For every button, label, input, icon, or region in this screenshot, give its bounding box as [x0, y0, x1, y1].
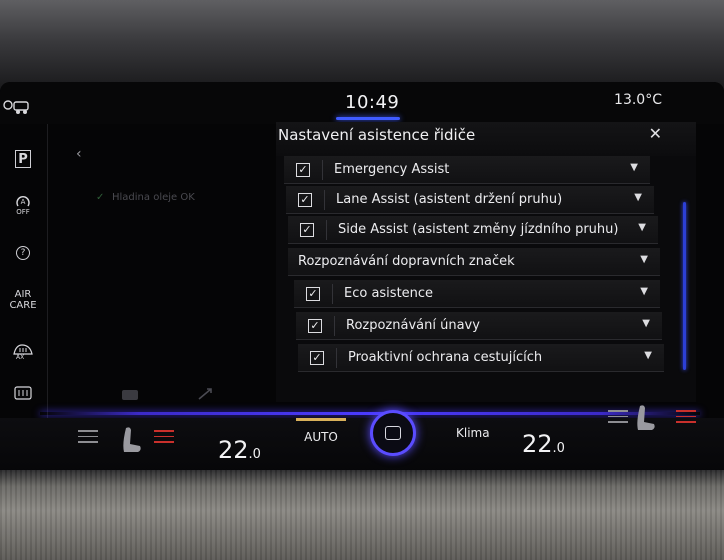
chevron-down-icon[interactable]: ▼ [640, 254, 648, 265]
checkbox-side-assist[interactable]: ✓ [300, 223, 314, 237]
setting-label: Proaktivní ochrana cestujících [348, 350, 543, 365]
driver-assist-settings-dialog: Nastavení asistence řidiče ✕ ✓ Emergency… [276, 122, 696, 402]
air-care-button[interactable]: AIR CARE [0, 289, 46, 311]
setting-label: Rozpoznávání dopravních značek [298, 254, 515, 269]
left-temperature-decimal: .0 [248, 447, 261, 462]
chevron-left-icon[interactable]: ‹ [76, 146, 82, 162]
dashboard-bezel-top [0, 0, 724, 90]
right-seat-ventilation-level[interactable] [608, 406, 628, 427]
parking-icon: P [15, 150, 31, 168]
rear-defrost-button[interactable] [0, 386, 46, 400]
dim-tile-icon-left[interactable] [120, 388, 140, 402]
setting-row-side-assist[interactable]: ✓ Side Assist (asistent změny jízdního p… [288, 216, 658, 244]
outside-temperature: 13.0°C [614, 92, 662, 108]
left-seat-heating-icon[interactable] [116, 424, 144, 458]
row-separator [332, 284, 333, 304]
dialog-title: Nastavení asistence řidiče [278, 126, 476, 144]
chevron-down-icon[interactable]: ▼ [644, 350, 652, 361]
checkbox-emergency-assist[interactable]: ✓ [296, 163, 310, 177]
auto-climate-button[interactable]: AUTO [296, 418, 346, 448]
home-button[interactable] [370, 410, 416, 456]
setting-label: Rozpoznávání únavy [346, 318, 480, 333]
right-temperature-value: 22 [522, 430, 553, 458]
row-separator [326, 220, 327, 240]
chevron-down-icon[interactable]: ▼ [642, 318, 650, 329]
right-temperature[interactable]: 22.0 [522, 430, 565, 458]
air-care-label-line2: CARE [9, 300, 37, 311]
driver-assist-icon[interactable] [2, 98, 32, 116]
auto-hold-button[interactable]: A OFF [0, 194, 46, 216]
row-separator [324, 190, 325, 210]
left-temperature-value: 22 [218, 436, 249, 464]
checkbox-lane-assist[interactable]: ✓ [298, 193, 312, 207]
left-nav: P A OFF ? AIR CARE AX [0, 124, 48, 434]
svg-text:A: A [21, 198, 26, 206]
checkbox-fatigue-detection[interactable]: ✓ [308, 319, 322, 333]
infotainment-screen: 10:49 13.0°C P A OFF ? AIR CARE AX ‹ ✓ H… [0, 82, 724, 482]
check-icon: ✓ [96, 192, 105, 203]
max-defrost-button[interactable]: AX [0, 342, 46, 361]
dialog-header: Nastavení asistence řidiče ✕ [276, 122, 696, 156]
row-separator [322, 160, 323, 180]
dialog-scrollbar[interactable] [683, 202, 686, 370]
right-seat-heating-icon[interactable] [630, 402, 658, 436]
right-seat-heating-level[interactable] [676, 406, 696, 427]
setting-label: Eco asistence [344, 286, 434, 301]
close-icon[interactable]: ✕ [649, 124, 662, 143]
checkbox-proactive-occupant-protection[interactable]: ✓ [310, 351, 324, 365]
auto-hold-off-icon: A [16, 196, 30, 207]
row-separator [336, 348, 337, 368]
oil-level-status: Hladina oleje OK [112, 192, 195, 203]
dim-tile-icon-right[interactable] [196, 386, 214, 402]
clock-indicator [336, 117, 400, 120]
home-icon [385, 426, 401, 440]
chevron-down-icon[interactable]: ▼ [634, 192, 642, 203]
right-temperature-decimal: .0 [552, 441, 565, 456]
setting-row-eco-assist[interactable]: ✓ Eco asistence ▼ [294, 280, 660, 308]
parking-button[interactable]: P [0, 150, 46, 168]
setting-row-traffic-sign-recognition[interactable]: Rozpoznávání dopravních značek ▼ [288, 248, 660, 276]
left-seat-heating-level[interactable] [154, 426, 174, 447]
clock[interactable]: 10:49 [345, 92, 399, 113]
klima-label[interactable]: Klima [456, 426, 490, 440]
help-button[interactable]: ? [0, 246, 46, 260]
chevron-down-icon[interactable]: ▼ [630, 162, 638, 173]
setting-label: Side Assist (asistent změny jízdního pru… [338, 222, 619, 237]
setting-label: Emergency Assist [334, 162, 450, 177]
left-seat-ventilation-level[interactable] [78, 426, 98, 447]
auto-hold-off-label: OFF [16, 208, 30, 216]
chevron-down-icon[interactable]: ▼ [638, 222, 646, 233]
ambient-glow-line [40, 412, 700, 415]
max-defrost-label: AX [16, 354, 25, 361]
setting-row-fatigue-detection[interactable]: ✓ Rozpoznávání únavy ▼ [296, 312, 662, 340]
dashboard-trim [0, 470, 724, 560]
setting-row-lane-assist[interactable]: ✓ Lane Assist (asistent držení pruhu) ▼ [286, 186, 654, 214]
help-icon: ? [16, 246, 30, 260]
checkbox-eco-assist[interactable]: ✓ [306, 287, 320, 301]
chevron-down-icon[interactable]: ▼ [640, 286, 648, 297]
setting-label: Lane Assist (asistent držení pruhu) [336, 192, 563, 207]
setting-row-proactive-occupant-protection[interactable]: ✓ Proaktivní ochrana cestujících ▼ [298, 344, 664, 372]
air-care-label-line1: AIR [14, 289, 32, 300]
left-temperature[interactable]: 22.0 [218, 436, 261, 464]
rear-defrost-icon [14, 386, 32, 400]
setting-row-emergency-assist[interactable]: ✓ Emergency Assist ▼ [284, 156, 650, 184]
status-bar: 10:49 13.0°C [0, 82, 724, 124]
row-separator [334, 316, 335, 336]
